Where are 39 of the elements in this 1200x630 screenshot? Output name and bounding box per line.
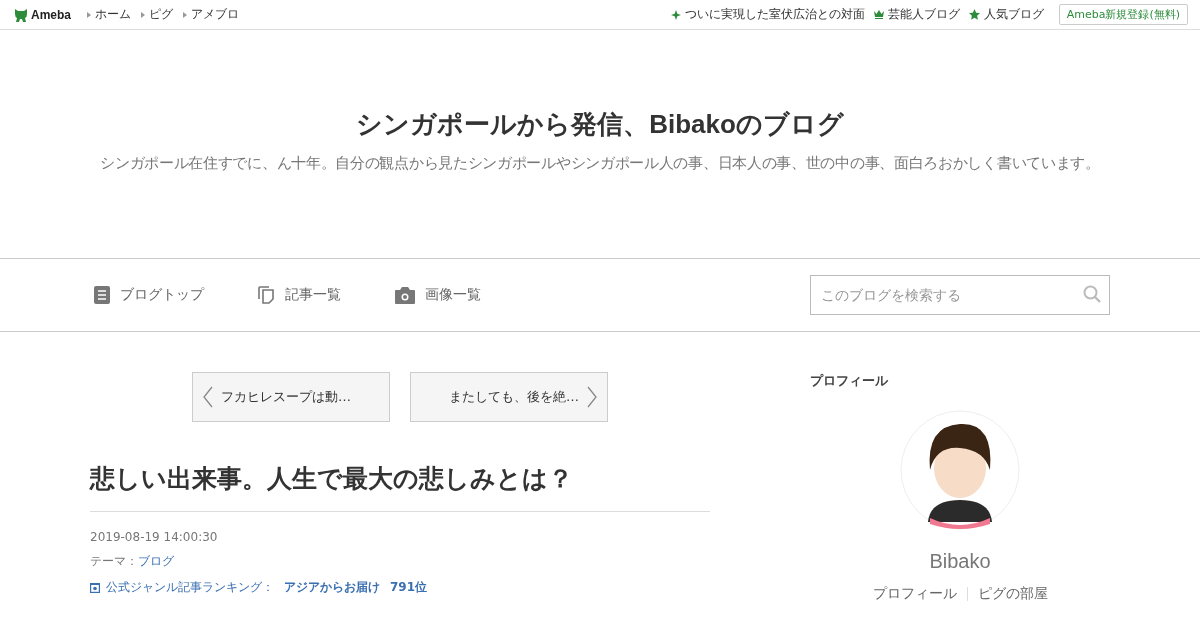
- signup-button[interactable]: Ameba新規登録(無料): [1058, 4, 1188, 25]
- profile-heading: プロフィール: [810, 372, 889, 390]
- top-nav-link[interactable]: ホーム: [87, 6, 131, 23]
- promo-link[interactable]: 芸能人ブログ: [873, 6, 960, 23]
- triangle-icon: [87, 11, 91, 18]
- blog-nav-link[interactable]: ブログトップ: [94, 286, 204, 304]
- blog-nav-link[interactable]: 記事一覧: [258, 286, 341, 304]
- star-icon: [968, 9, 980, 20]
- theme-link[interactable]: ブログ: [138, 554, 174, 568]
- blog-title[interactable]: シンガポールから発信、Bibakoのブログ: [356, 107, 844, 142]
- triangle-icon: [183, 11, 187, 18]
- profile-link[interactable]: ピグの部屋: [977, 585, 1048, 603]
- blog-nav-link[interactable]: 画像一覧: [395, 286, 481, 304]
- article-date: 2019-08-19 14:00:30: [90, 530, 219, 544]
- camera-icon: [395, 286, 415, 304]
- ranking-link[interactable]: 公式ジャンル記事ランキング： アジアからお届け 791位: [90, 579, 710, 596]
- blog-description: シンガポール在住すでに、ん十年。自分の観点から見たシンガポールやシンガポール人の事、日本人の事、世の中の事、面白ろおかしく書いています。: [100, 154, 1100, 173]
- promo-link[interactable]: 人気ブログ: [968, 6, 1044, 23]
- article-title: 悲しい出来事。人生で最大の悲しみとは？: [90, 462, 710, 512]
- profile-link[interactable]: プロフィール: [872, 585, 957, 603]
- search-icon: [1083, 285, 1101, 303]
- theme-label: テーマ：: [90, 554, 138, 568]
- next-article-button[interactable]: またしても、後を絶…: [410, 372, 608, 422]
- document-icon: [94, 286, 110, 304]
- top-nav-link[interactable]: アメブロ: [183, 6, 239, 23]
- chevron-right-icon: [587, 386, 597, 408]
- triangle-icon: [141, 11, 145, 18]
- profile-name[interactable]: Bibako: [810, 550, 1110, 573]
- ameba-logo[interactable]: Ameba: [14, 6, 71, 23]
- promo-link[interactable]: ついに実現した室伏広治との対面: [670, 6, 865, 23]
- top-nav-link[interactable]: ピグ: [141, 6, 173, 23]
- logo-text: Ameba: [31, 7, 71, 22]
- sparkle-icon: [670, 9, 681, 20]
- chevron-left-icon: [203, 386, 213, 408]
- search-field[interactable]: このブログを検索する: [810, 275, 1110, 315]
- avatar-icon[interactable]: [900, 410, 1020, 530]
- crown-icon: [873, 10, 884, 19]
- previous-article-button[interactable]: フカヒレスープは動…: [192, 372, 390, 422]
- copy-icon: [258, 286, 275, 304]
